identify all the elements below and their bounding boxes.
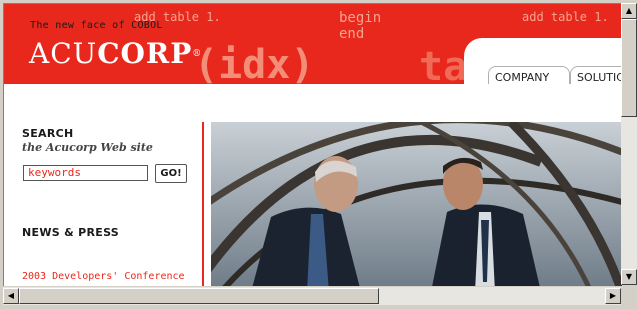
logo-trademark: ® xyxy=(192,49,203,59)
scroll-up-button[interactable]: ▲ xyxy=(621,3,637,19)
site-header: add table 1. begin end add table 1. tab … xyxy=(4,4,622,84)
logo-acu-text: ACU xyxy=(29,37,98,70)
left-sidebar: SEARCH the Acucorp Web site keywords GO!… xyxy=(4,122,200,286)
scroll-left-button[interactable]: ◀ xyxy=(3,288,19,304)
header-spacer xyxy=(4,84,622,124)
browser-viewport: add table 1. begin end add table 1. tab … xyxy=(3,3,622,286)
news-link[interactable]: 2003 Developers' Conference Announced xyxy=(22,268,192,286)
tagline: The new face of COBOL xyxy=(30,20,163,31)
code-background-text: end xyxy=(339,26,365,42)
code-background-text: add table 1. xyxy=(522,10,609,24)
column-divider xyxy=(202,122,204,286)
horizontal-scroll-thumb[interactable] xyxy=(19,288,379,304)
vertical-scrollbar[interactable]: ▲ ▼ xyxy=(621,3,637,285)
logo-corp-text: CORP xyxy=(97,37,193,70)
hero-photo xyxy=(211,122,622,286)
tab-company[interactable]: COMPANY xyxy=(488,66,570,84)
search-title: SEARCH xyxy=(22,127,74,140)
search-input[interactable]: keywords xyxy=(23,165,148,181)
scrollbar-corner xyxy=(621,287,637,305)
tab-solutions[interactable]: SOLUTIC xyxy=(570,66,622,84)
code-background-text: begin xyxy=(339,10,382,26)
acucorp-logo[interactable]: ACUCORP® xyxy=(29,39,202,69)
businessmen-handshake-image xyxy=(211,122,622,286)
search-subtitle: the Acucorp Web site xyxy=(22,141,153,154)
scroll-right-button[interactable]: ▶ xyxy=(605,288,621,304)
scroll-down-button[interactable]: ▼ xyxy=(621,269,637,285)
nav-tabs: COMPANY SOLUTIC xyxy=(464,38,622,84)
news-press-heading: NEWS & PRESS xyxy=(22,226,120,239)
go-button[interactable]: GO! xyxy=(155,164,187,183)
vertical-scroll-thumb[interactable] xyxy=(621,19,637,117)
horizontal-scrollbar[interactable]: ◀ ▶ xyxy=(3,287,621,305)
code-background-text: (idx) xyxy=(194,42,315,84)
